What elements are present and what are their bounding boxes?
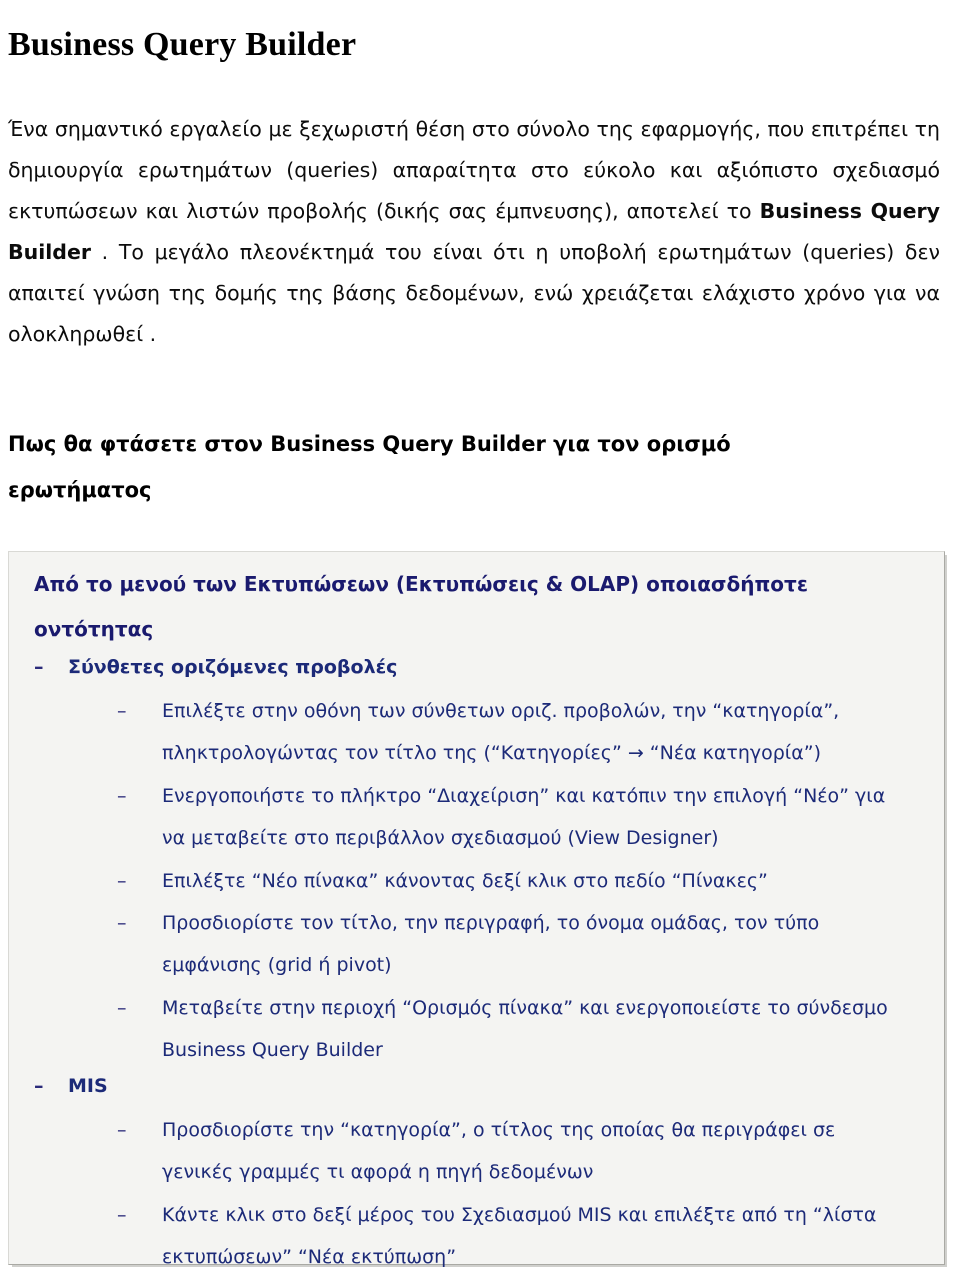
list-item-text: Επιλέξτε στην οθόνη των σύνθετων οριζ. π… bbox=[162, 690, 929, 774]
bullet-dash-icon: – bbox=[117, 785, 127, 807]
bullet-dash-icon: – bbox=[117, 700, 127, 722]
intro-paragraph: Ένα σημαντικό εργαλείο με ξεχωριστή θέση… bbox=[8, 109, 940, 355]
bullet-dash-icon: – bbox=[34, 656, 44, 678]
list-item-line-1: Προσδιορίστε την “κατηγορία”, ο τίτλος τ… bbox=[162, 1119, 836, 1141]
bullet-dash-icon: – bbox=[117, 1119, 127, 1141]
list-item-line-2: πληκτρολογώντας τον τίτλο της (“Κατηγορί… bbox=[162, 742, 822, 764]
list-item: – Μεταβείτε στην περιοχή “Ορισμός πίνακα… bbox=[117, 987, 929, 1071]
list-item-line-2: να μεταβείτε στο περιβάλλον σχεδιασμού (… bbox=[162, 827, 719, 849]
list-item: – Ενεργοποιήστε το πλήκτρο “Διαχείριση” … bbox=[117, 775, 929, 859]
list-item-text: Κάντε κλικ στο δεξί μέρος του Σχεδιασμού… bbox=[162, 1194, 929, 1278]
list-item: – Σύνθετες οριζόμενες προβολές bbox=[34, 646, 924, 688]
list-item-line-2: γενικές γραμμές τι αφορά η πηγή δεδομένω… bbox=[162, 1161, 594, 1183]
list-item: – MIS bbox=[34, 1065, 924, 1107]
list-item: – Προσδιορίστε τον τίτλο, την περιγραφή,… bbox=[117, 902, 929, 986]
steps-container: Από το μενού των Εκτυπώσεων (Εκτυπώσεις … bbox=[8, 551, 945, 1268]
box-heading: Από το μενού των Εκτυπώσεων (Εκτυπώσεις … bbox=[34, 562, 914, 652]
section-heading-line-2: ερωτήματος bbox=[8, 478, 152, 503]
bullet-dash-icon: – bbox=[34, 1075, 44, 1097]
list-item-text: Σύνθετες οριζόμενες προβολές bbox=[68, 656, 398, 678]
list-item: – Επιλέξτε “Νέο πίνακα” κάνοντας δεξί κλ… bbox=[117, 860, 929, 902]
list-item-line-2: εμφάνισης (grid ή pivot) bbox=[162, 954, 392, 976]
bullet-dash-icon: – bbox=[117, 870, 127, 892]
box-heading-line-1: Από το μενού των Εκτυπώσεων (Εκτυπώσεις … bbox=[34, 572, 808, 596]
bullet-dash-icon: – bbox=[117, 997, 127, 1019]
list-item-line-1: Μεταβείτε στην περιοχή “Ορισμός πίνακα” … bbox=[162, 997, 888, 1019]
list-item-text: Ενεργοποιήστε το πλήκτρο “Διαχείριση” κα… bbox=[162, 775, 929, 859]
list-item-text: Προσδιορίστε την “κατηγορία”, ο τίτλος τ… bbox=[162, 1109, 929, 1193]
bullet-dash-icon: – bbox=[117, 1204, 127, 1226]
document-page: Business Query Builder Ένα σημαντικό εργ… bbox=[0, 0, 960, 1281]
section-heading: Πως θα φτάσετε στον Business Query Build… bbox=[8, 421, 940, 513]
list-item: – Κάντε κλικ στο δεξί μέρος του Σχεδιασμ… bbox=[117, 1194, 929, 1278]
list-item-line-1: Προσδιορίστε τον τίτλο, την περιγραφή, τ… bbox=[162, 912, 820, 934]
intro-text-part-2: . Το μεγάλο πλεονέκτημά του είναι ότι η … bbox=[8, 239, 940, 346]
list-item-text: Μεταβείτε στην περιοχή “Ορισμός πίνακα” … bbox=[162, 987, 929, 1071]
list-item-line-1: Επιλέξτε στην οθόνη των σύνθετων οριζ. π… bbox=[162, 700, 840, 722]
list-item-line-2: εκτυπώσεων” “Νέα εκτύπωση” bbox=[162, 1246, 457, 1268]
list-item-line-1: Ενεργοποιήστε το πλήκτρο “Διαχείριση” κα… bbox=[162, 785, 886, 807]
list-item-text: Προσδιορίστε τον τίτλο, την περιγραφή, τ… bbox=[162, 902, 929, 986]
list-item-text: Επιλέξτε “Νέο πίνακα” κάνοντας δεξί κλικ… bbox=[162, 870, 768, 892]
list-item-line-1: Κάντε κλικ στο δεξί μέρος του Σχεδιασμού… bbox=[162, 1204, 877, 1226]
list-item: – Προσδιορίστε την “κατηγορία”, ο τίτλος… bbox=[117, 1109, 929, 1193]
page-title: Business Query Builder bbox=[8, 25, 357, 63]
list-item-text: MIS bbox=[68, 1075, 108, 1097]
list-item: – Επιλέξτε στην οθόνη των σύνθετων οριζ.… bbox=[117, 690, 929, 774]
bullet-dash-icon: – bbox=[117, 912, 127, 934]
section-heading-line-1: Πως θα φτάσετε στον Business Query Build… bbox=[8, 432, 731, 457]
